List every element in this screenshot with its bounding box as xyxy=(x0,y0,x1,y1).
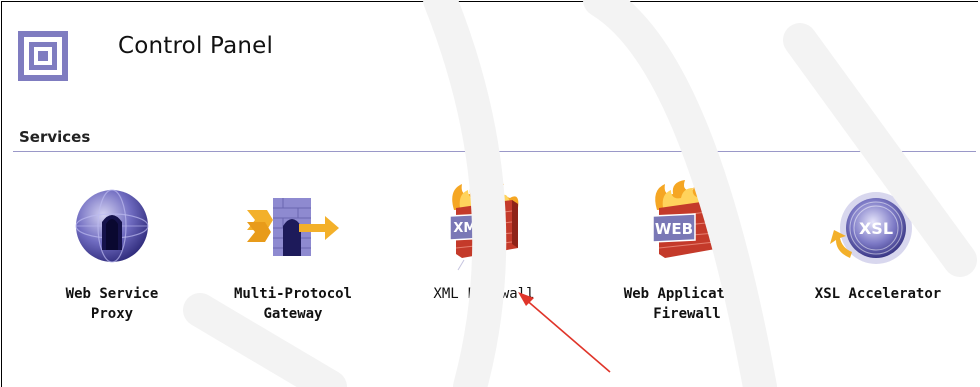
control-panel-icon xyxy=(18,31,68,81)
service-multi-protocol-gateway[interactable]: Multi-Protocol Gateway xyxy=(218,180,368,324)
page-title: Control Panel xyxy=(118,33,274,59)
service-label: Multi-Protocol Gateway xyxy=(233,286,352,322)
web-firewall-icon: WEB xyxy=(652,180,722,258)
icon-badge: WEB xyxy=(655,220,693,238)
service-web-service-proxy[interactable]: Web Service Proxy xyxy=(37,180,187,324)
globe-icon xyxy=(75,189,149,263)
service-label: XSL Accelerator xyxy=(814,286,942,302)
service-xml-firewall[interactable]: XML XML Firewall xyxy=(409,180,559,304)
xml-firewall-icon: XML xyxy=(449,180,519,271)
icon-badge: XSL xyxy=(859,219,893,238)
service-xsl-accelerator[interactable]: XSL XSL Accelerator xyxy=(803,180,953,304)
icon-badge: XML xyxy=(453,221,484,236)
xsl-accelerator-icon: XSL xyxy=(830,192,924,264)
service-label: Web Service Proxy xyxy=(65,286,159,322)
section-divider xyxy=(13,151,976,152)
service-web-application-firewall[interactable]: WEB Web Application Firewall xyxy=(612,180,762,324)
gateway-icon xyxy=(247,198,339,256)
service-label: Web Application Firewall xyxy=(623,286,751,322)
section-title: Services xyxy=(19,128,91,146)
annotation-arrow-icon xyxy=(518,292,611,373)
